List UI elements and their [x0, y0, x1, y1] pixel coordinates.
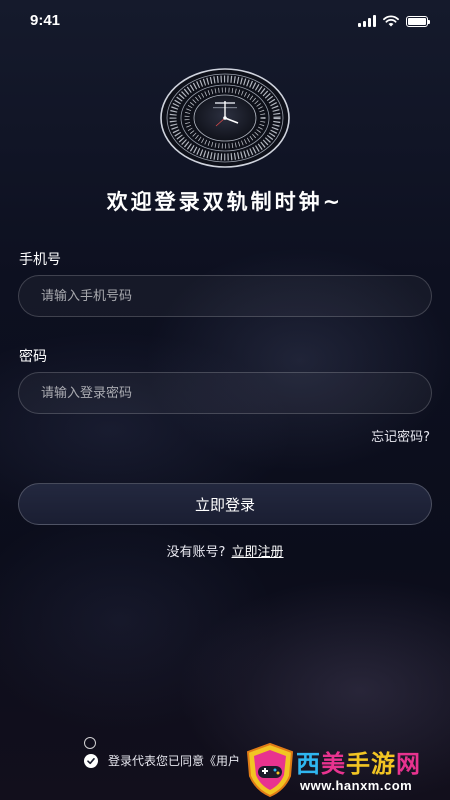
check-icon	[87, 757, 95, 764]
register-link[interactable]: 立即注册	[232, 545, 284, 560]
watermark-char-5: 网	[396, 750, 421, 778]
wifi-icon	[383, 15, 399, 27]
watermark-char-4: 游	[371, 750, 396, 778]
phone-input[interactable]	[19, 276, 431, 316]
login-button[interactable]: 立即登录	[18, 483, 432, 525]
cellular-signal-icon	[358, 15, 376, 27]
status-time: 9:41	[30, 12, 61, 29]
no-account-text: 没有账号?	[166, 545, 226, 560]
watermark-title: 西美手游网	[296, 744, 421, 779]
agreement-row: 登录代表您已同意《用户	[84, 752, 240, 769]
register-row: 没有账号? 立即注册	[0, 541, 450, 560]
watermark-char-3: 手	[346, 750, 371, 778]
watermark-url: www.hanxm.com	[300, 778, 413, 793]
status-bar: 9:41	[0, 0, 450, 44]
password-input[interactable]	[19, 373, 431, 413]
password-field[interactable]	[18, 372, 432, 414]
phone-field[interactable]	[18, 275, 432, 317]
clock-logo	[160, 68, 290, 168]
password-label: 密码	[19, 349, 47, 365]
agreement-text: 登录代表您已同意《用户	[108, 754, 241, 768]
radio-unchecked-icon[interactable]	[84, 737, 96, 749]
agreement-checkbox[interactable]	[84, 753, 98, 768]
phone-label: 手机号	[19, 252, 61, 268]
welcome-title: 欢迎登录双轨制时钟~	[106, 190, 344, 214]
gamepad-shield-icon	[246, 742, 294, 798]
battery-icon	[406, 15, 430, 27]
watermark-char-2: 美	[321, 750, 346, 778]
status-icons	[358, 13, 430, 29]
forgot-password-link[interactable]: 忘记密码?	[371, 426, 430, 445]
watermark-char-1: 西	[296, 750, 321, 778]
watermark: 西美手游网 www.hanxm.com	[244, 742, 444, 798]
